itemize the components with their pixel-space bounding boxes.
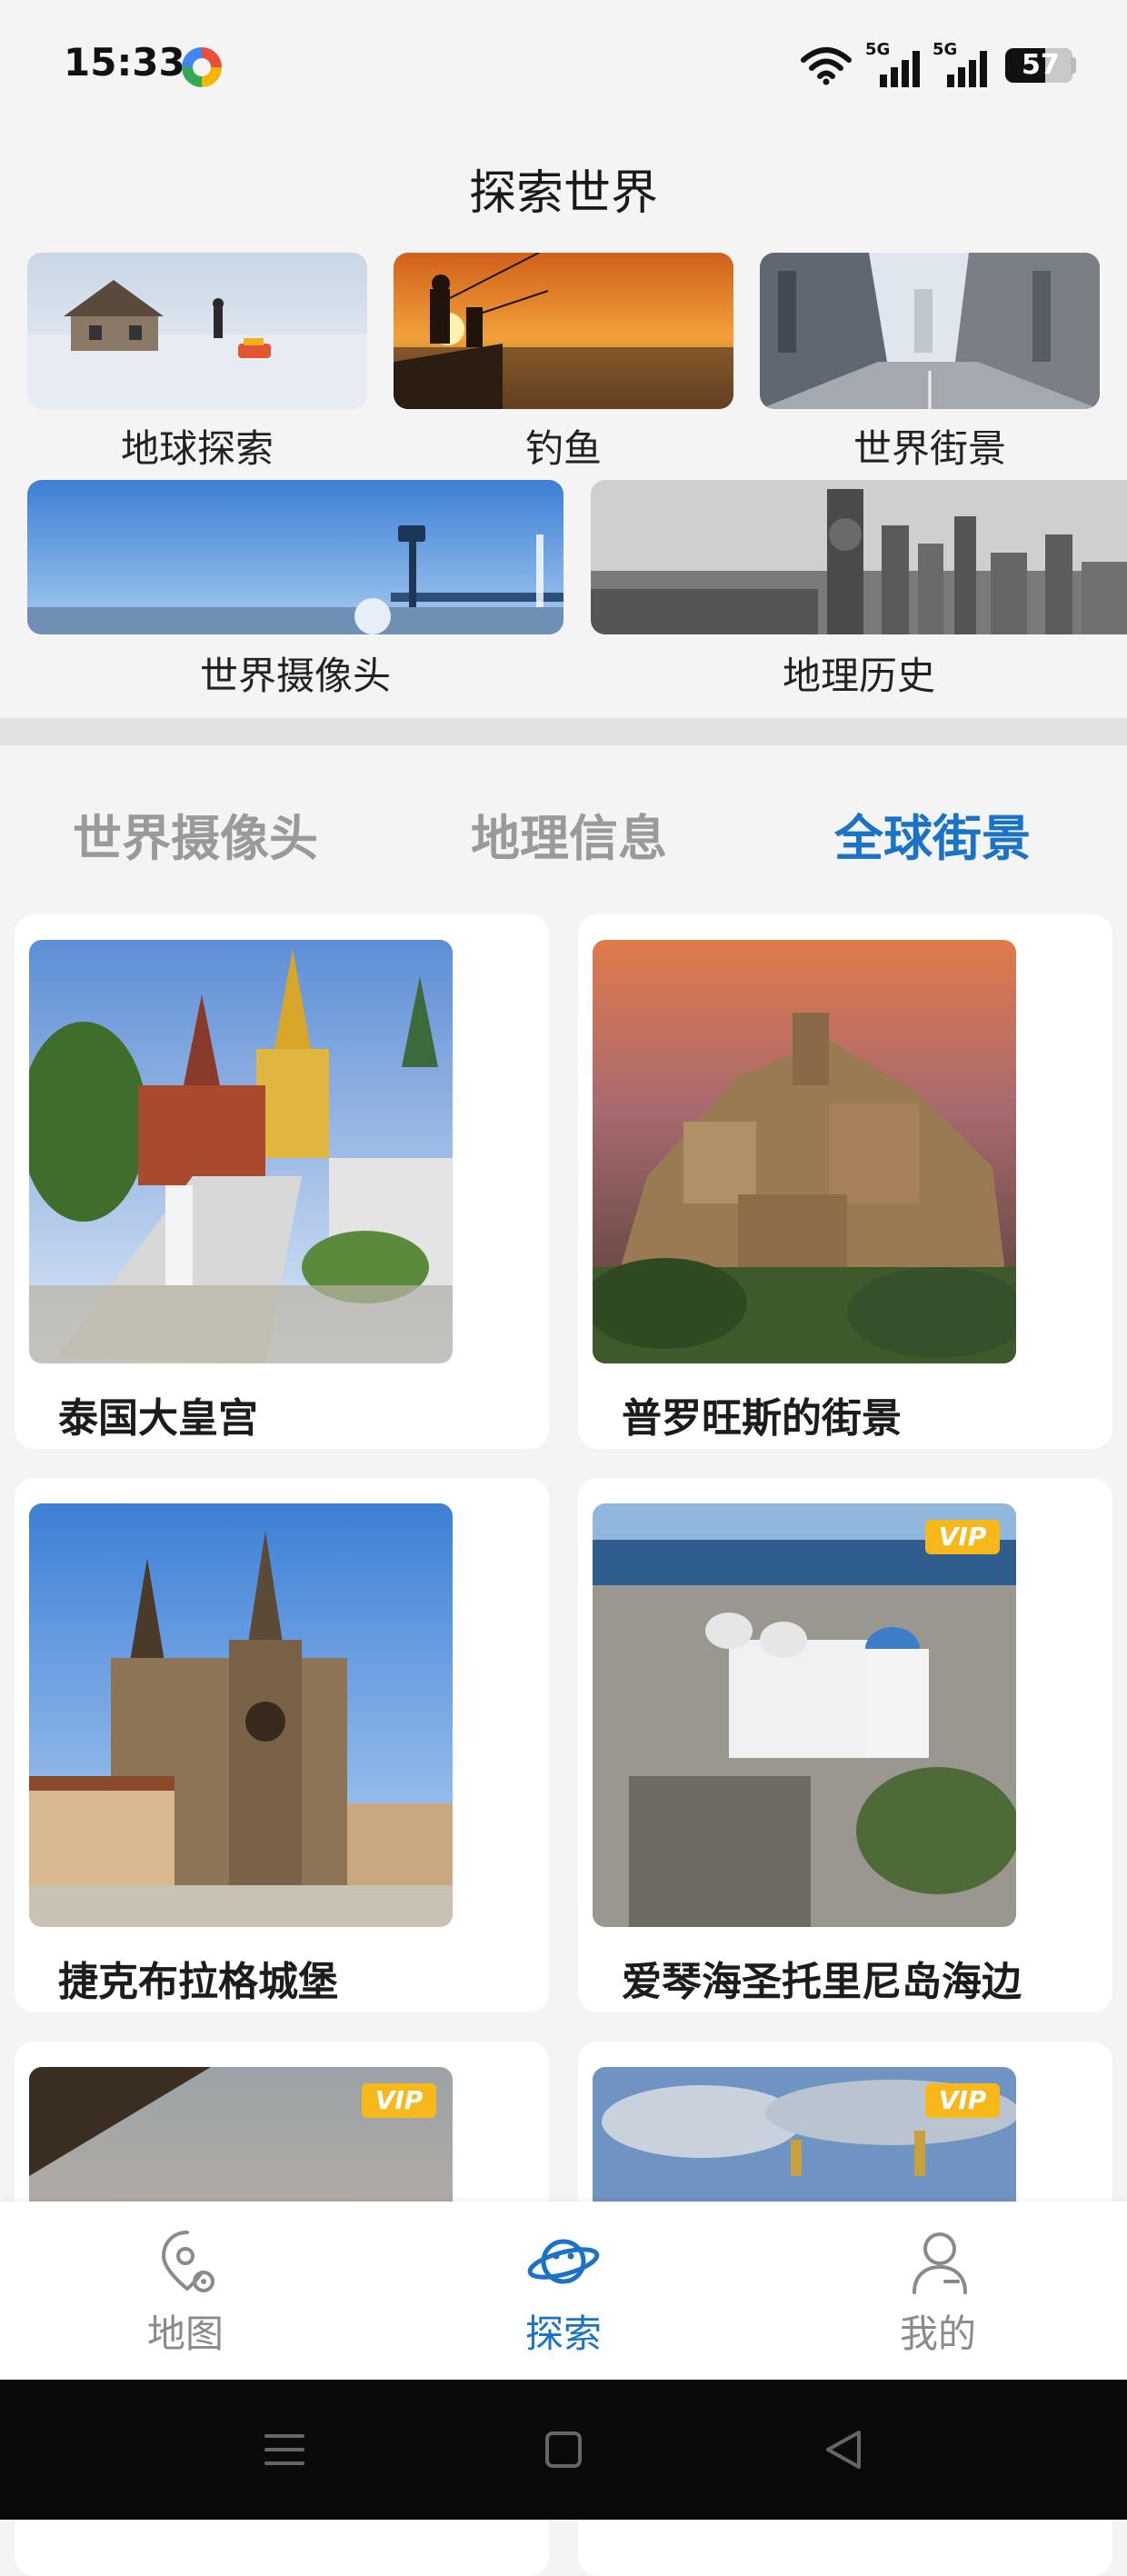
card-title: 捷克布拉格城堡 [58,1959,338,2005]
status-time: 15:33 [64,40,185,85]
wifi-icon [801,47,852,85]
city-street-photo [760,253,1100,409]
tile-earth-explore[interactable]: 地球探索 [27,253,367,471]
menu-icon [264,2434,304,2465]
nav-profile[interactable]: 我的 [802,2202,1074,2380]
section-divider [0,718,1127,745]
back-triangle-icon [826,2431,861,2469]
app-notification-icon [182,47,222,87]
home-button[interactable] [509,2380,618,2520]
nav-explore[interactable]: 探索 [427,2202,700,2380]
status-indicators: 5G 5G 57 [800,40,1076,87]
card-title: 爱琴海圣托里尼岛海边 [622,1959,1022,2005]
planet-icon [527,2239,600,2284]
vip-badge: VIP [925,1520,1000,1554]
card-provence-street[interactable]: 普罗旺斯的街景 [578,914,1112,1449]
home-square-icon [545,2431,582,2468]
card-title: 普罗旺斯的街景 [622,1395,902,1442]
tile-geo-history[interactable]: 地理历史 [591,480,1127,707]
vip-badge: VIP [925,2083,1000,2118]
system-navigation-bar [0,2380,1127,2520]
nav-map[interactable]: 地图 [49,2202,322,2380]
provence-village-photo [593,940,1016,1363]
card-santorini[interactable]: VIP 爱琴海圣托里尼岛海边 [578,1478,1112,2012]
tile-label: 钓鱼 [524,426,602,471]
webcam-sky-photo [27,480,564,634]
tile-label: 地球探索 [120,426,274,471]
tab-world-webcam[interactable]: 世界摄像头 [73,798,318,870]
battery-level: 57 [1022,49,1060,81]
old-city-skyline-photo [591,480,1127,634]
sunset-fishing-photo [394,253,733,409]
card-title: 泰国大皇宫 [58,1395,258,1442]
menu-button[interactable] [230,2380,339,2520]
vip-badge: VIP [362,2083,436,2118]
status-bar: 15:33 5G 5G 57 [0,0,1127,127]
polar-cabin-photo [27,253,367,409]
page-title: 探索世界 [468,166,658,221]
tile-label: 地理历史 [782,654,935,698]
prague-castle-photo [29,1503,453,1927]
nav-label: 探索 [524,2311,602,2356]
cellular-signal-icon-2: 5G [933,40,987,87]
tab-global-street-view[interactable]: 全球街景 [834,798,1031,870]
explore-section: 探索世界 地球探索 钓鱼 世界街景 世界摄像头 地理历史 [0,127,1127,718]
nav-label: 地图 [146,2311,224,2356]
tile-world-street-view[interactable]: 世界街景 [760,253,1100,471]
santorini-photo: VIP [593,1503,1016,1927]
tile-world-webcam[interactable]: 世界摄像头 [27,480,564,707]
battery-icon: 57 [1005,48,1076,83]
tile-label: 世界摄像头 [199,654,391,698]
card-grand-palace[interactable]: 泰国大皇宫 [15,914,549,1449]
nav-label: 我的 [899,2311,976,2356]
category-tabs: 世界摄像头 地理信息 全球街景 [0,745,1127,909]
bottom-navigation: 地图 探索 我的 [0,2202,1127,2380]
cellular-signal-icon: 5G [865,40,920,87]
tab-geo-info[interactable]: 地理信息 [471,798,667,870]
tile-label: 世界街景 [853,426,1006,471]
map-pin-icon [161,2231,214,2292]
grand-palace-photo [29,940,453,1363]
card-prague-castle[interactable]: 捷克布拉格城堡 [15,1478,549,2012]
back-button[interactable] [788,2380,897,2520]
user-icon [913,2232,967,2294]
tile-fishing[interactable]: 钓鱼 [394,253,733,471]
